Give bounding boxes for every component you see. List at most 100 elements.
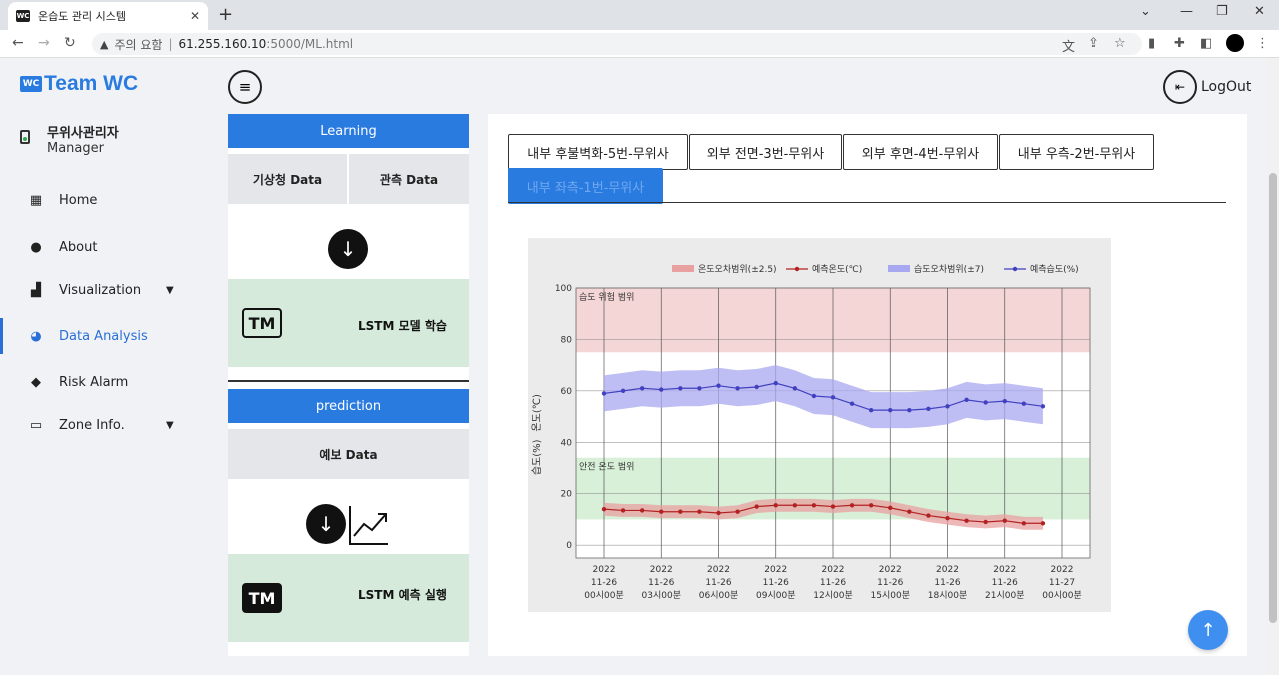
side-panel-icon[interactable]: ◧: [1200, 36, 1212, 51]
sidebar-item-about[interactable]: ● About: [0, 229, 208, 265]
humidity-point: [659, 387, 664, 392]
temperature-point: [926, 513, 931, 518]
x-tick-label: 2022: [593, 565, 616, 575]
bookmark-star-icon[interactable]: ☆: [1114, 36, 1126, 51]
zone-tab-2[interactable]: 외부 전면-3번-무위사: [689, 134, 842, 170]
page-scrollbar[interactable]: [1267, 58, 1279, 675]
zone-tab-1[interactable]: 내부 후불벽화-5번-무위사: [508, 134, 688, 170]
url-host: 61.255.160.10: [178, 37, 267, 51]
humidity-point: [601, 391, 607, 396]
sidebar-item-data-analysis[interactable]: ◕ Data Analysis: [0, 318, 208, 354]
url-path: :5000/ML.html: [266, 37, 354, 51]
scrollbar-thumb[interactable]: [1269, 173, 1277, 623]
safe-zone-label: 안전 온도 범위: [579, 462, 634, 473]
menu-toggle-button[interactable]: ≡: [228, 70, 262, 104]
legend-label: 예측온도(℃): [812, 264, 862, 275]
prediction-header: prediction: [228, 389, 469, 423]
temperature-point: [659, 509, 664, 514]
lstm-run-button[interactable]: TM LSTM 예측 실행: [228, 554, 469, 642]
reload-icon[interactable]: ↻: [64, 35, 76, 51]
tm-icon: TM: [242, 583, 282, 613]
humidity-point: [697, 386, 702, 391]
url-field[interactable]: ▲ 주의 요함 | 61.255.160.10 :5000/ML.html: [92, 33, 1142, 55]
temperature-point: [945, 515, 950, 521]
temperature-point: [1040, 521, 1046, 526]
new-tab-icon[interactable]: +: [218, 4, 233, 25]
profile-avatar[interactable]: [1226, 34, 1244, 52]
laptop-icon: ▭: [29, 417, 43, 433]
zone-tab-5[interactable]: 내부 좌측-1번-무위사: [508, 168, 663, 204]
trend-chart-icon: [349, 506, 388, 545]
sidebar-item-label: Data Analysis: [59, 328, 148, 344]
puzzle-icon[interactable]: ✚: [1174, 36, 1185, 51]
legend-swatch: [672, 265, 694, 272]
address-bar: ← → ↻ ▲ 주의 요함 | 61.255.160.10 :5000/ML.h…: [0, 30, 1279, 58]
humidity-point: [888, 407, 893, 413]
x-tick-label: 03시00분: [642, 590, 681, 601]
sidebar: WC Team WC 무위사관리자 Manager ▦ Home ● About…: [0, 58, 208, 675]
sidebar-item-risk-alarm[interactable]: ◆ Risk Alarm: [0, 364, 208, 400]
y-tick-label: 60: [561, 387, 573, 397]
back-icon[interactable]: ←: [12, 35, 24, 51]
minimize-icon[interactable]: —: [1180, 4, 1193, 19]
y-tick-label: 100: [555, 284, 572, 294]
observed-data-box[interactable]: 관측 Data: [349, 154, 469, 204]
section-divider: [228, 380, 469, 382]
zone-tab-4[interactable]: 내부 우측-2번-무위사: [999, 134, 1154, 170]
logout-button[interactable]: ⇤ LogOut: [1163, 70, 1251, 104]
x-tick-label: 11-26: [591, 578, 617, 588]
chevron-down-icon: ▼: [166, 419, 174, 431]
brand[interactable]: WC Team WC: [20, 72, 138, 96]
close-tab-icon[interactable]: ✕: [190, 9, 200, 23]
humidity-point: [735, 386, 740, 391]
humidity-point: [907, 407, 912, 413]
temperature-point: [601, 506, 607, 512]
temperature-point: [754, 504, 759, 509]
forward-icon[interactable]: →: [38, 35, 50, 51]
close-window-icon[interactable]: ✕: [1254, 4, 1265, 19]
sidebar-item-visualization[interactable]: ▟ Visualization ▼: [0, 272, 208, 308]
temperature-point: [716, 510, 721, 516]
share-icon[interactable]: ⇪: [1088, 36, 1099, 51]
hamburger-icon: ≡: [238, 78, 252, 96]
brand-logo: WC: [20, 76, 42, 92]
user-role: Manager: [47, 141, 104, 156]
humidity-point: [926, 406, 931, 412]
weather-data-box[interactable]: 기상청 Data: [228, 154, 347, 204]
x-tick-label: 2022: [936, 565, 959, 575]
translate-icon[interactable]: 文: [1062, 36, 1075, 55]
scroll-top-button[interactable]: ↑: [1188, 610, 1228, 650]
x-tick-label: 15시00분: [871, 590, 910, 601]
arrow-up-icon: ↑: [1200, 619, 1216, 641]
sidebar-item-zone-info[interactable]: ▭ Zone Info. ▼: [0, 407, 208, 443]
chevron-down-icon: ▼: [166, 284, 174, 296]
lstm-train-button[interactable]: TM LSTM 모델 학습: [228, 279, 469, 367]
brand-name: Team WC: [44, 72, 139, 95]
x-tick-label: 11-26: [705, 578, 731, 588]
restore-icon[interactable]: ❐: [1216, 4, 1228, 19]
temperature-point: [678, 509, 683, 514]
zone-tab-3[interactable]: 외부 후면-4번-무위사: [843, 134, 998, 170]
forecast-data-box[interactable]: 예보 Data: [228, 429, 469, 479]
humidity-point: [792, 386, 798, 391]
temperature-point: [888, 505, 893, 511]
tab-underline: [508, 202, 1226, 203]
x-tick-label: 2022: [993, 565, 1016, 575]
y-tick-label: 40: [561, 438, 573, 448]
legend-swatch: [888, 265, 910, 272]
temperature-point: [849, 503, 855, 508]
humidity-point: [620, 388, 626, 394]
browser-tab[interactable]: WC 온습도 관리 시스템 ✕: [8, 2, 208, 30]
temperature-point: [964, 518, 969, 523]
kebab-menu-icon[interactable]: ⋮: [1256, 36, 1269, 51]
temperature-point: [735, 509, 740, 514]
forecast-chart: 0 20 40 60 80 100 2022 11-26 00시00분 2022 11-26 03시0…: [528, 238, 1111, 612]
tab-search-icon[interactable]: ⌄: [1140, 4, 1151, 19]
extension-icon[interactable]: ▮: [1148, 36, 1155, 51]
x-tick-label: 2022: [822, 565, 845, 575]
sidebar-item-label: Visualization: [59, 282, 142, 298]
chat-icon: ●: [30, 239, 42, 255]
user-name: 무위사관리자: [47, 126, 119, 141]
sidebar-item-home[interactable]: ▦ Home: [0, 182, 208, 218]
x-tick-label: 18시00분: [928, 590, 967, 601]
